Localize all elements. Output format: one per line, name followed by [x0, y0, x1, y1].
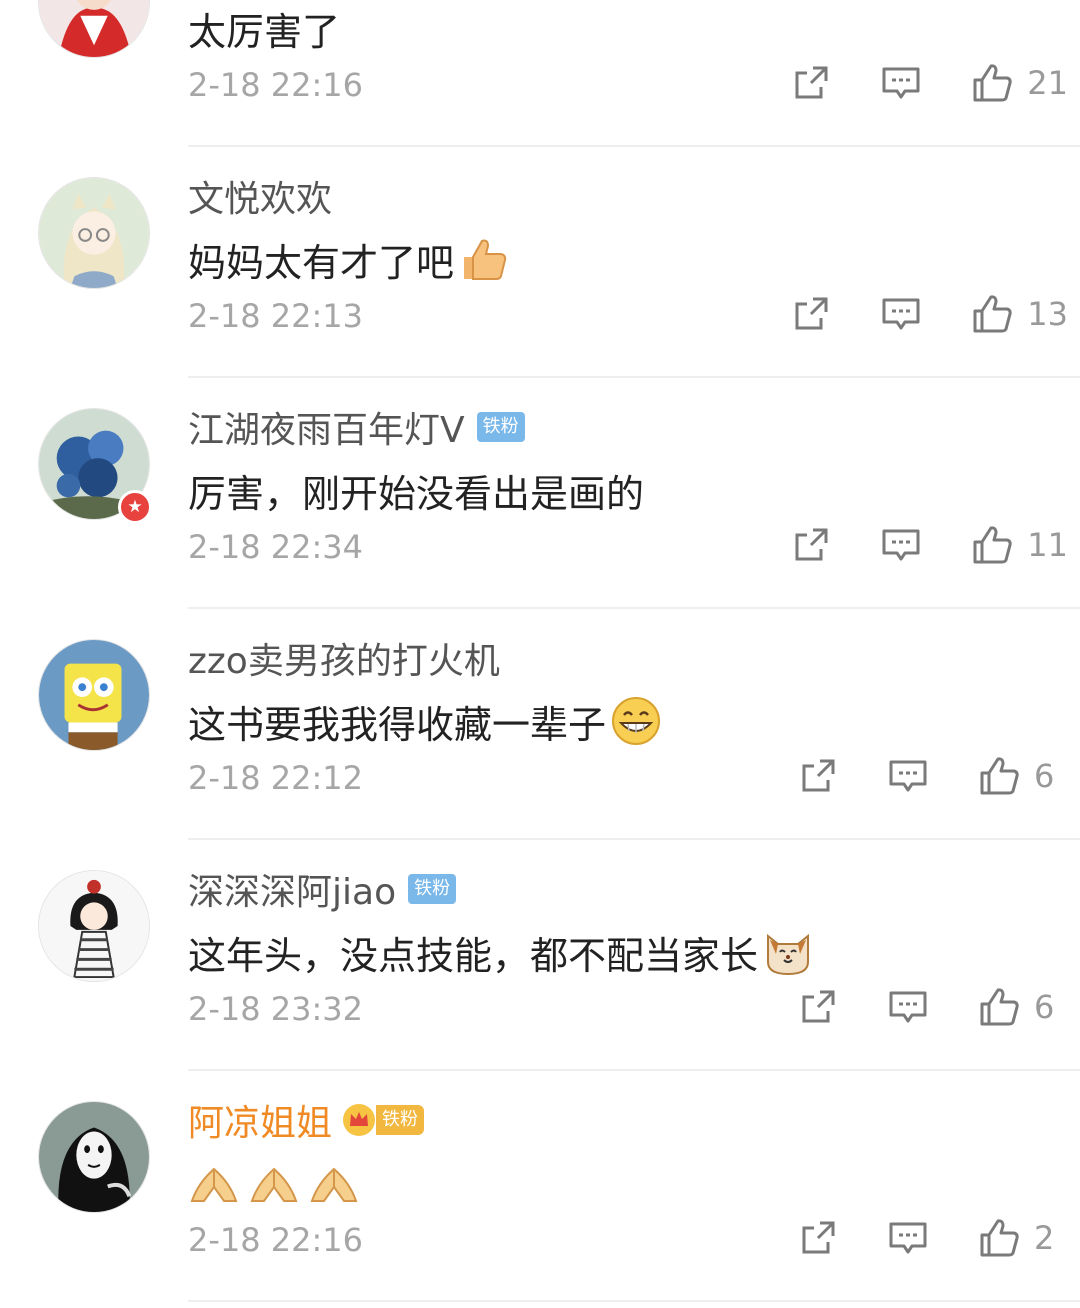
- like-count: 6: [1034, 757, 1055, 795]
- comment-time: 2-18 22:12: [188, 759, 364, 797]
- like-button[interactable]: 6: [978, 755, 1068, 797]
- user-name[interactable]: zzo卖男孩的打火机: [188, 632, 500, 684]
- reply-button[interactable]: [881, 63, 921, 103]
- like-count: 6: [1034, 988, 1055, 1026]
- comment-item[interactable]: ★ 江湖夜雨百年灯V 铁粉 厉害，刚开始没看出是画的 2-18 22:34 11: [0, 378, 1080, 609]
- user-name-row: 阿凉姐姐 铁粉: [188, 1094, 425, 1146]
- comment-body: 妈妈太有才了吧: [188, 240, 455, 285]
- comment-actions: 11: [791, 520, 1068, 570]
- share-icon: [802, 1221, 835, 1254]
- like-count: 21: [1027, 64, 1068, 102]
- like-count: 2: [1034, 1219, 1055, 1257]
- pray-emoji-icon: [248, 1157, 300, 1209]
- reply-button[interactable]: [888, 756, 928, 796]
- comment-item[interactable]: 文悦欢欢 妈妈太有才了吧 2-18 22:13 13: [0, 147, 1080, 378]
- share-icon: [795, 297, 828, 330]
- comment-actions: 6: [798, 982, 1068, 1032]
- share-icon: [795, 528, 828, 561]
- comment-item[interactable]: 深深深阿jiao 铁粉 这年头，没点技能，都不配当家长 2-18 23:32 6: [0, 840, 1080, 1071]
- like-button[interactable]: 2: [978, 1217, 1068, 1259]
- avatar[interactable]: [38, 177, 150, 289]
- user-name-row: 深深深阿jiao 铁粉: [188, 863, 457, 915]
- fan-badge: 铁粉: [408, 874, 457, 904]
- pray-emoji-icon: [188, 1157, 240, 1209]
- like-button[interactable]: 6: [978, 986, 1068, 1028]
- avatar[interactable]: [38, 0, 150, 58]
- user-name[interactable]: 阿凉姐姐: [188, 1094, 332, 1146]
- thumbs-up-icon: [973, 526, 1012, 564]
- share-button[interactable]: [791, 294, 831, 334]
- avatar[interactable]: [38, 639, 150, 751]
- vip-badge: 铁粉: [342, 1103, 425, 1137]
- comment-text: [188, 1155, 360, 1211]
- thumbs-up-icon: [980, 988, 1019, 1026]
- avatar[interactable]: [38, 1101, 150, 1213]
- user-name[interactable]: 深深深阿jiao: [188, 863, 396, 915]
- thumbs-up-icon: [973, 64, 1012, 102]
- like-count: 11: [1027, 526, 1068, 564]
- comment-text: 这书要我我得收藏一辈子: [188, 693, 662, 749]
- reply-button[interactable]: [881, 525, 921, 565]
- user-name[interactable]: 文悦欢欢: [188, 170, 332, 222]
- comment-actions: 21: [791, 58, 1068, 108]
- user-name[interactable]: 江湖夜雨百年灯V: [188, 401, 465, 453]
- comment-text: 太厉害了: [188, 9, 341, 54]
- cat-emoji-icon: [762, 926, 814, 978]
- share-icon: [795, 66, 828, 99]
- reply-button[interactable]: [888, 987, 928, 1027]
- comment-time: 2-18 22:13: [188, 297, 364, 335]
- share-icon: [802, 990, 835, 1023]
- comment-time: 2-18 23:32: [188, 990, 364, 1028]
- like-count: 13: [1027, 295, 1068, 333]
- comment-time: 2-18 22:34: [188, 528, 364, 566]
- share-button[interactable]: [798, 1218, 838, 1258]
- comment-time: 2-18 22:16: [188, 1221, 364, 1259]
- comment-icon: [882, 298, 920, 330]
- comment-actions: 13: [791, 289, 1068, 339]
- share-button[interactable]: [798, 756, 838, 796]
- comment-icon: [882, 529, 920, 561]
- comment-text: 妈妈太有才了吧: [188, 231, 510, 287]
- share-button[interactable]: [791, 525, 831, 565]
- comment-actions: 2: [798, 1213, 1068, 1263]
- user-name-row: 江湖夜雨百年灯V 铁粉: [188, 401, 525, 453]
- comment-item[interactable]: zzo卖男孩的打火机 这书要我我得收藏一辈子 2-18 22:12 6: [0, 609, 1080, 840]
- avatar[interactable]: [38, 870, 150, 982]
- comment-icon: [882, 67, 920, 99]
- fan-badge: 铁粉: [476, 412, 525, 442]
- reply-button[interactable]: [881, 294, 921, 334]
- crown-icon: [343, 1104, 376, 1136]
- thumbs-up-icon: [973, 295, 1012, 333]
- share-button[interactable]: [798, 987, 838, 1027]
- comment-text: 厉害，刚开始没看出是画的: [188, 471, 645, 516]
- thumbs-up-icon: [980, 1219, 1019, 1257]
- comment-icon: [889, 991, 927, 1023]
- share-icon: [802, 759, 835, 792]
- share-button[interactable]: [791, 63, 831, 103]
- comment-text: 这年头，没点技能，都不配当家长: [188, 924, 814, 980]
- user-name-row: zzo卖男孩的打火机: [188, 632, 500, 684]
- fan-badge: 铁粉: [376, 1105, 425, 1135]
- divider: [188, 1300, 1080, 1302]
- reply-button[interactable]: [888, 1218, 928, 1258]
- comment-icon: [889, 1222, 927, 1254]
- comment-body: 这年头，没点技能，都不配当家长: [188, 933, 759, 978]
- comment-icon: [889, 760, 927, 792]
- comment-item[interactable]: 阿凉姐姐 铁粉 2-18 22:16 2: [0, 1071, 1080, 1302]
- verified-badge-icon: ★: [118, 490, 152, 524]
- comment-body: 这书要我我得收藏一辈子: [188, 702, 607, 747]
- like-button[interactable]: 11: [971, 524, 1068, 566]
- user-name-row: 文悦欢欢: [188, 170, 332, 222]
- comment-actions: 6: [798, 751, 1068, 801]
- grin-emoji-icon: [610, 695, 662, 747]
- pray-emoji-icon: [308, 1157, 360, 1209]
- comment-time: 2-18 22:16: [188, 66, 364, 104]
- like-button[interactable]: 13: [971, 293, 1068, 335]
- thumbs-up-emoji-icon: [458, 233, 510, 285]
- comment-item[interactable]: 太厉害了 2-18 22:16 21: [0, 0, 1080, 147]
- like-button[interactable]: 21: [971, 62, 1068, 104]
- thumbs-up-icon: [980, 757, 1019, 795]
